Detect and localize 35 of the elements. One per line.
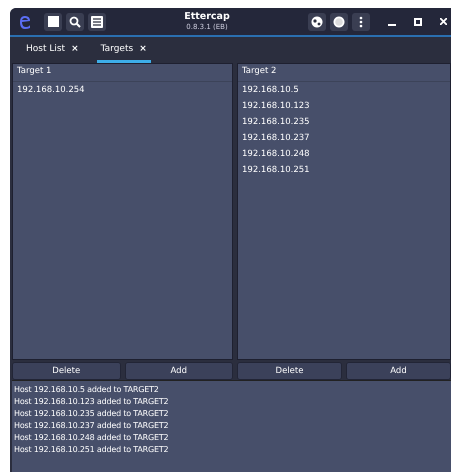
square-icon xyxy=(48,16,58,27)
globe-button[interactable] xyxy=(308,12,326,30)
list-header: Target 2 xyxy=(238,64,450,82)
list-icon xyxy=(91,16,103,28)
search-icon xyxy=(69,16,81,28)
tab[interactable]: Host List × xyxy=(22,37,83,63)
log-line: Host 192.168.10.235 added to TARGET2 xyxy=(14,408,170,420)
host-entry[interactable]: 192.168.10.254 xyxy=(13,82,232,98)
list-header: Target 1 xyxy=(13,64,232,82)
more-button[interactable] xyxy=(352,12,370,30)
window-title: Ettercap xyxy=(184,12,230,22)
delete-button[interactable]: Delete xyxy=(12,362,120,380)
close-icon[interactable] xyxy=(440,18,447,25)
delete-button[interactable]: Delete xyxy=(237,362,342,380)
menu-button[interactable] xyxy=(88,12,106,30)
circle-icon xyxy=(332,16,345,28)
log-line: Host 192.168.10.251 added to TARGET2 xyxy=(14,444,170,456)
logo-icon xyxy=(18,14,32,30)
add-button[interactable]: Add xyxy=(346,362,451,380)
add-button[interactable]: Add xyxy=(124,362,233,380)
maximize-icon[interactable] xyxy=(414,18,422,26)
host-entry[interactable]: 192.168.10.248 xyxy=(238,146,450,162)
host-entry[interactable]: 192.168.10.251 xyxy=(238,162,450,178)
record-button[interactable] xyxy=(330,12,348,30)
host-entry[interactable]: 192.168.10.235 xyxy=(238,114,450,130)
host-entry[interactable]: 192.168.10.237 xyxy=(238,130,450,146)
search-button[interactable] xyxy=(66,12,84,30)
host-entry[interactable]: 192.168.10.123 xyxy=(238,98,450,114)
kebab-icon xyxy=(358,16,363,28)
log-line: Host 192.168.10.5 added to TARGET2 xyxy=(14,384,160,396)
stop-button[interactable] xyxy=(44,12,62,30)
log-line: Host 192.168.10.123 added to TARGET2 xyxy=(14,396,170,408)
log-line: Host 192.168.10.237 added to TARGET2 xyxy=(14,420,170,432)
host-entry[interactable]: 192.168.10.5 xyxy=(238,82,450,98)
log-line: Host 192.168.10.248 added to TARGET2 xyxy=(14,432,170,444)
